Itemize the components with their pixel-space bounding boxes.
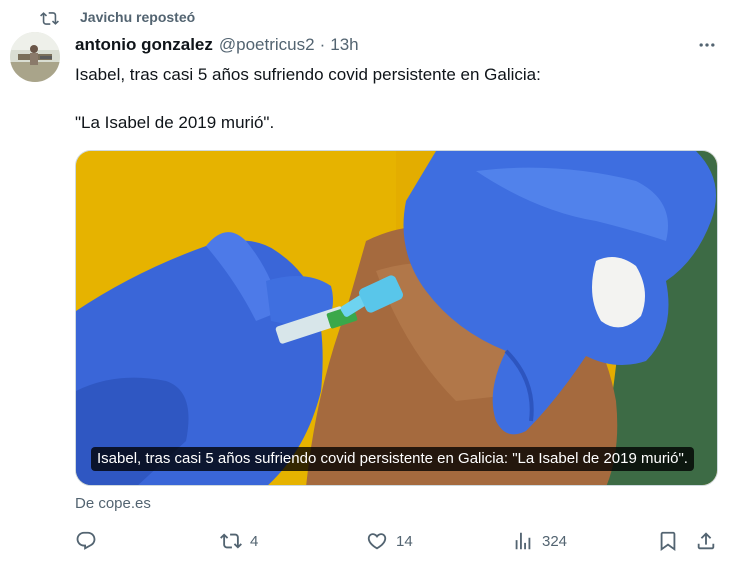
avatar[interactable]: [10, 32, 60, 82]
tweet-text-line-2: "La Isabel de 2019 murió".: [75, 113, 275, 132]
author-name[interactable]: antonio gonzalez: [75, 35, 213, 55]
views-icon: [515, 532, 531, 550]
heart-icon: [367, 533, 387, 550]
retweet-count: 4: [250, 532, 259, 550]
retweet-button[interactable]: 4: [220, 528, 258, 554]
repost-label: Javichu reposteó: [80, 9, 196, 25]
repost-header: Javichu reposteó: [40, 8, 195, 28]
share-icon: [697, 532, 715, 550]
bookmark-button[interactable]: [657, 528, 679, 554]
separator-dot: ·: [319, 35, 326, 54]
card-source[interactable]: De cope.es: [75, 495, 151, 512]
like-button[interactable]: 14: [366, 528, 413, 554]
author-handle[interactable]: @poetricus2: [219, 35, 315, 55]
views-button[interactable]: 324: [512, 528, 567, 554]
vaccine-injection-photo: [76, 151, 717, 485]
avatar-photo: [10, 32, 60, 82]
tweet-header: antonio gonzalez @poetricus2 · 13h: [75, 35, 359, 55]
like-count: 14: [396, 532, 413, 550]
share-button[interactable]: [695, 528, 717, 554]
retweet-icon: [220, 533, 242, 549]
views-count: 324: [542, 532, 568, 550]
reply-icon: [76, 531, 96, 550]
action-bar: 4 14 324: [75, 528, 725, 554]
card-caption: Isabel, tras casi 5 años sufriendo covid…: [91, 447, 694, 471]
reply-button[interactable]: [75, 528, 97, 554]
bookmark-icon: [660, 531, 676, 552]
tweet-time[interactable]: 13h: [330, 35, 358, 55]
tweet-text-line-1: Isabel, tras casi 5 años sufriendo covid…: [75, 65, 541, 84]
more-icon: [699, 43, 715, 47]
link-card[interactable]: Isabel, tras casi 5 años sufriendo covid…: [75, 150, 718, 486]
repost-icon: [40, 11, 59, 25]
more-button[interactable]: [693, 34, 721, 56]
